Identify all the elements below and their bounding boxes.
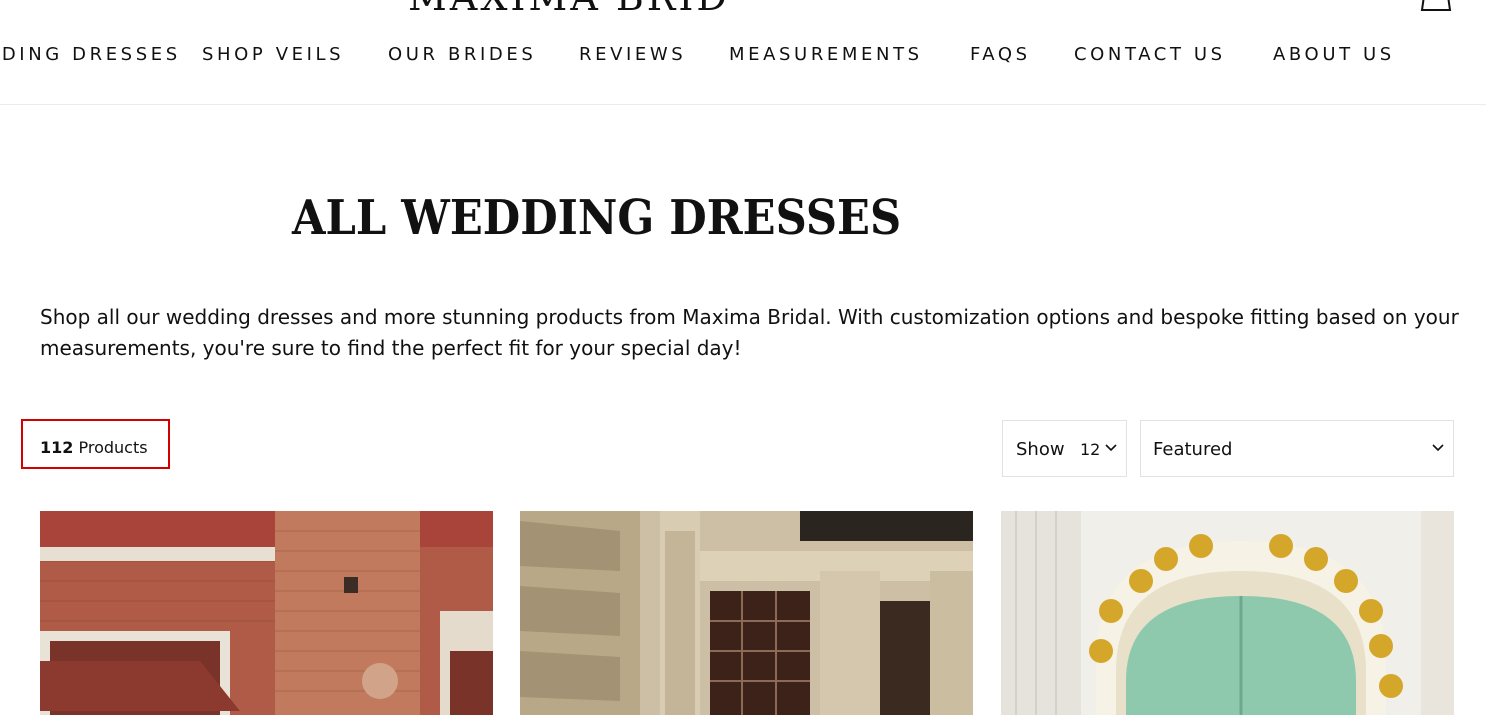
nav-item-about-us[interactable]: ABOUT US (1273, 44, 1395, 65)
nav-item-faqs[interactable]: FAQS (970, 44, 1031, 65)
nav-item-contact-us[interactable]: CONTACT US (1074, 44, 1226, 65)
nav-item-wedding-dresses[interactable]: WEDDING DRESSES (0, 44, 181, 65)
nav-item-shop-veils[interactable]: SHOP VEILS (202, 44, 344, 65)
sort-by-select[interactable]: Featured (1140, 420, 1454, 477)
product-image-ornate-door[interactable] (1001, 511, 1454, 715)
nav-item-measurements[interactable]: MEASUREMENTS (729, 44, 923, 65)
main-navigation: WEDDING DRESSES SHOP VEILS OUR BRIDES RE… (0, 44, 1486, 68)
show-label: Show (1016, 439, 1065, 460)
header-divider (0, 104, 1486, 105)
product-image-brick-building[interactable] (40, 511, 493, 715)
show-per-page-select[interactable]: Show 12 (1002, 420, 1127, 477)
chevron-down-icon (1105, 444, 1117, 452)
cart-icon[interactable] (1420, 0, 1452, 16)
product-count-number: 112 (40, 438, 74, 457)
page-title: ALL WEDDING DRESSES (292, 190, 902, 246)
brand-logo[interactable]: MAXIMA BRIDAL (408, 0, 728, 16)
show-value: 12 (1080, 440, 1101, 459)
product-count: 112 Products (40, 438, 148, 457)
product-count-label: Products (78, 438, 148, 457)
collection-description: Shop all our wedding dresses and more st… (40, 305, 1459, 360)
chevron-down-icon (1432, 444, 1444, 452)
sort-value: Featured (1153, 439, 1233, 460)
product-image-stone-building[interactable] (520, 511, 973, 715)
nav-item-our-brides[interactable]: OUR BRIDES (388, 44, 536, 65)
nav-item-reviews[interactable]: REVIEWS (579, 44, 686, 65)
